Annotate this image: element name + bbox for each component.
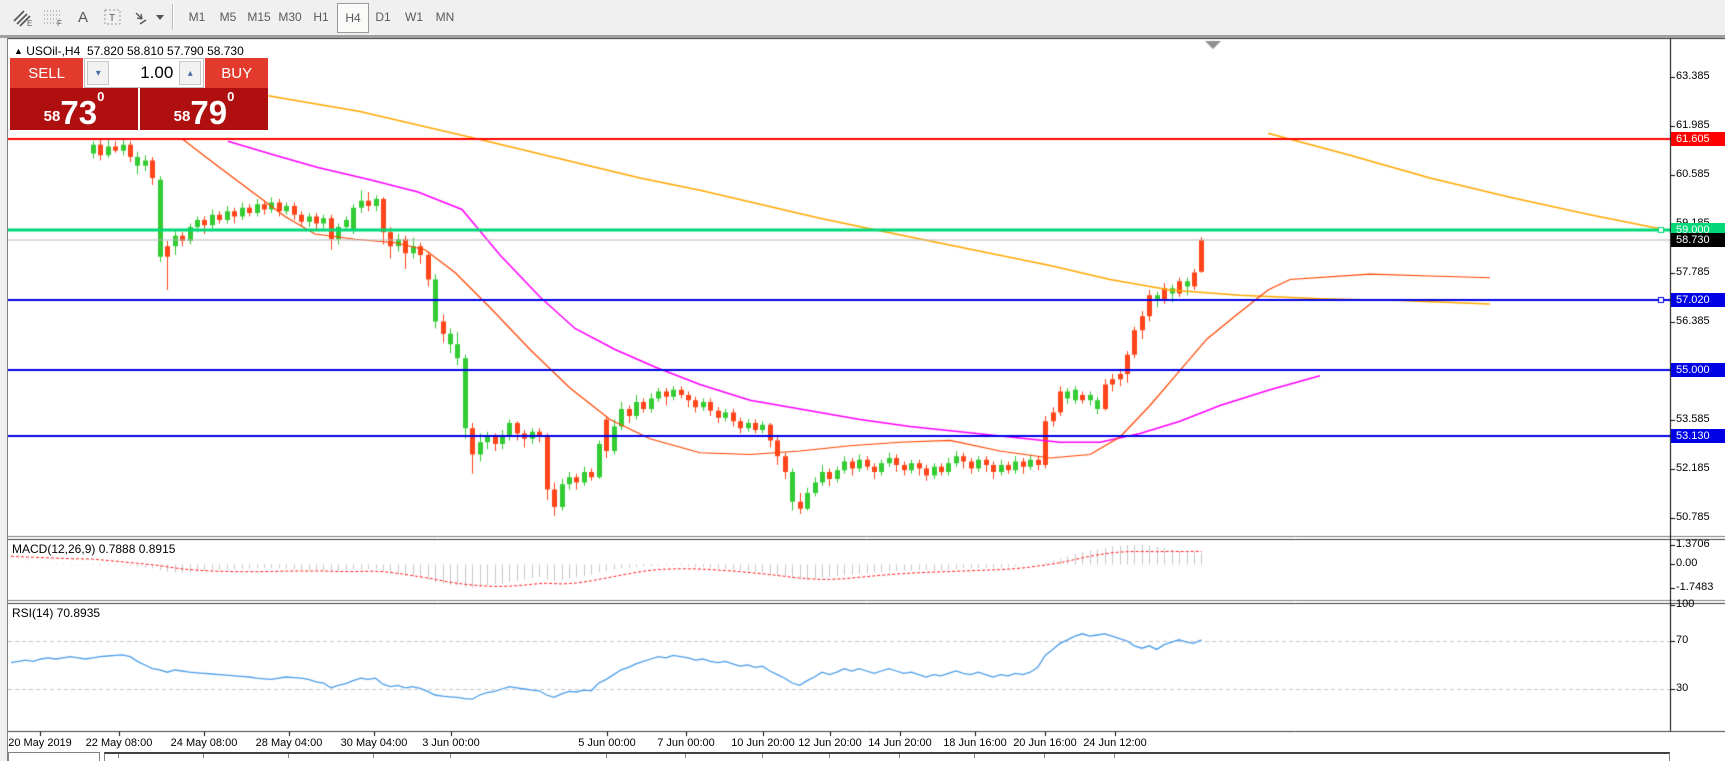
time-axis-label: 12 Jun 20:00 (798, 737, 862, 749)
volume-spinner: ▾ ▴ (84, 58, 204, 88)
volume-increase-button[interactable]: ▴ (179, 61, 201, 85)
buy-button[interactable]: BUY (204, 58, 268, 88)
time-axis-label: 18 Jun 16:00 (943, 737, 1007, 749)
price-tick-label: 53.585 (1676, 413, 1710, 425)
sell-button[interactable]: SELL (10, 58, 84, 88)
price-tick-label: 60.585 (1676, 168, 1710, 180)
scrollbar-left-box[interactable] (8, 752, 100, 761)
scrollbar-tick (1044, 754, 1045, 758)
time-axis-label: 22 May 08:00 (86, 737, 153, 749)
buy-price-prefix: 58 (174, 108, 191, 125)
time-axis-label: 10 Jun 20:00 (731, 737, 795, 749)
buy-price-display[interactable]: 58790 (140, 88, 268, 130)
scrollbar-tick (118, 754, 119, 758)
time-axis-label: 28 May 04:00 (256, 737, 323, 749)
collapse-expert-icon[interactable]: ▲ (14, 46, 23, 56)
sell-price-prefix: 58 (44, 108, 61, 125)
time-axis-label: 3 Jun 00:00 (422, 737, 480, 749)
buy-price-sup: 0 (227, 89, 234, 104)
window-left-border (0, 38, 8, 761)
price-tick-label: 50.785 (1676, 511, 1710, 523)
price-tick-label: 61.985 (1676, 119, 1710, 131)
time-axis-label: 20 May 2019 (8, 737, 72, 749)
scrollbar-tick (288, 754, 289, 758)
macd-label: MACD(12,26,9) 0.7888 0.8915 (12, 542, 175, 556)
price-tick-label: 56.385 (1676, 315, 1710, 327)
price-level-badge: 55.000 (1671, 363, 1725, 377)
symbol-period-label: USOil-,H4 (26, 44, 80, 58)
price-level-badge: 57.020 (1671, 293, 1725, 307)
time-axis-label: 7 Jun 00:00 (657, 737, 715, 749)
scrollbar-tick (606, 754, 607, 758)
sell-price-big: 73 (60, 98, 97, 128)
trading-terminal: E F A T M1M5M15M30H1H4D1W1MN ▲ USOil-,H4… (0, 0, 1725, 761)
one-click-trading-panel: SELL ▾ ▴ BUY 58730 58790 (10, 58, 268, 130)
sell-price-display[interactable]: 58730 (10, 88, 140, 130)
price-tick-label: 57.785 (1676, 266, 1710, 278)
price-tick-label: 63.385 (1676, 70, 1710, 82)
scrollbar-tick (899, 754, 900, 758)
scrollbar-tick (974, 754, 975, 758)
scrollbar-tick (450, 754, 451, 758)
time-axis-label: 24 May 08:00 (171, 737, 238, 749)
scrollbar-tick (685, 754, 686, 758)
rsi-tick-label: 70 (1676, 634, 1688, 646)
scrollbar-tick (762, 754, 763, 758)
ohlc-values: 57.820 58.810 57.790 58.730 (87, 44, 244, 58)
chart-title: ▲ USOil-,H4 57.820 58.810 57.790 58.730 (14, 44, 244, 58)
volume-input[interactable] (111, 62, 177, 84)
volume-decrease-button[interactable]: ▾ (87, 61, 109, 85)
time-axis-label: 30 May 04:00 (341, 737, 408, 749)
scrollbar-tick (1114, 754, 1115, 758)
time-axis-label: 5 Jun 00:00 (578, 737, 636, 749)
rsi-label: RSI(14) 70.8935 (12, 606, 100, 620)
macd-tick-label: 0.00 (1676, 557, 1697, 569)
horizontal-scrollbar[interactable] (104, 752, 1670, 761)
time-axis-label: 20 Jun 16:00 (1013, 737, 1077, 749)
price-tick-label: 52.185 (1676, 462, 1710, 474)
macd-tick-label: -1.7483 (1676, 581, 1713, 593)
macd-tick-label: 1.3706 (1676, 538, 1710, 550)
price-level-badge: 53.130 (1671, 429, 1725, 443)
scrollbar-tick (373, 754, 374, 758)
scrollbar-tick (203, 754, 204, 758)
rsi-tick-label: 100 (1676, 598, 1694, 610)
price-level-badge: 58.730 (1671, 233, 1725, 247)
price-level-badge: 61.605 (1671, 132, 1725, 146)
time-axis-label: 24 Jun 12:00 (1083, 737, 1147, 749)
scrollbar-tick (829, 754, 830, 758)
buy-price-big: 79 (190, 98, 227, 128)
rsi-tick-label: 30 (1676, 682, 1688, 694)
time-axis-label: 14 Jun 20:00 (868, 737, 932, 749)
sell-price-sup: 0 (97, 89, 104, 104)
